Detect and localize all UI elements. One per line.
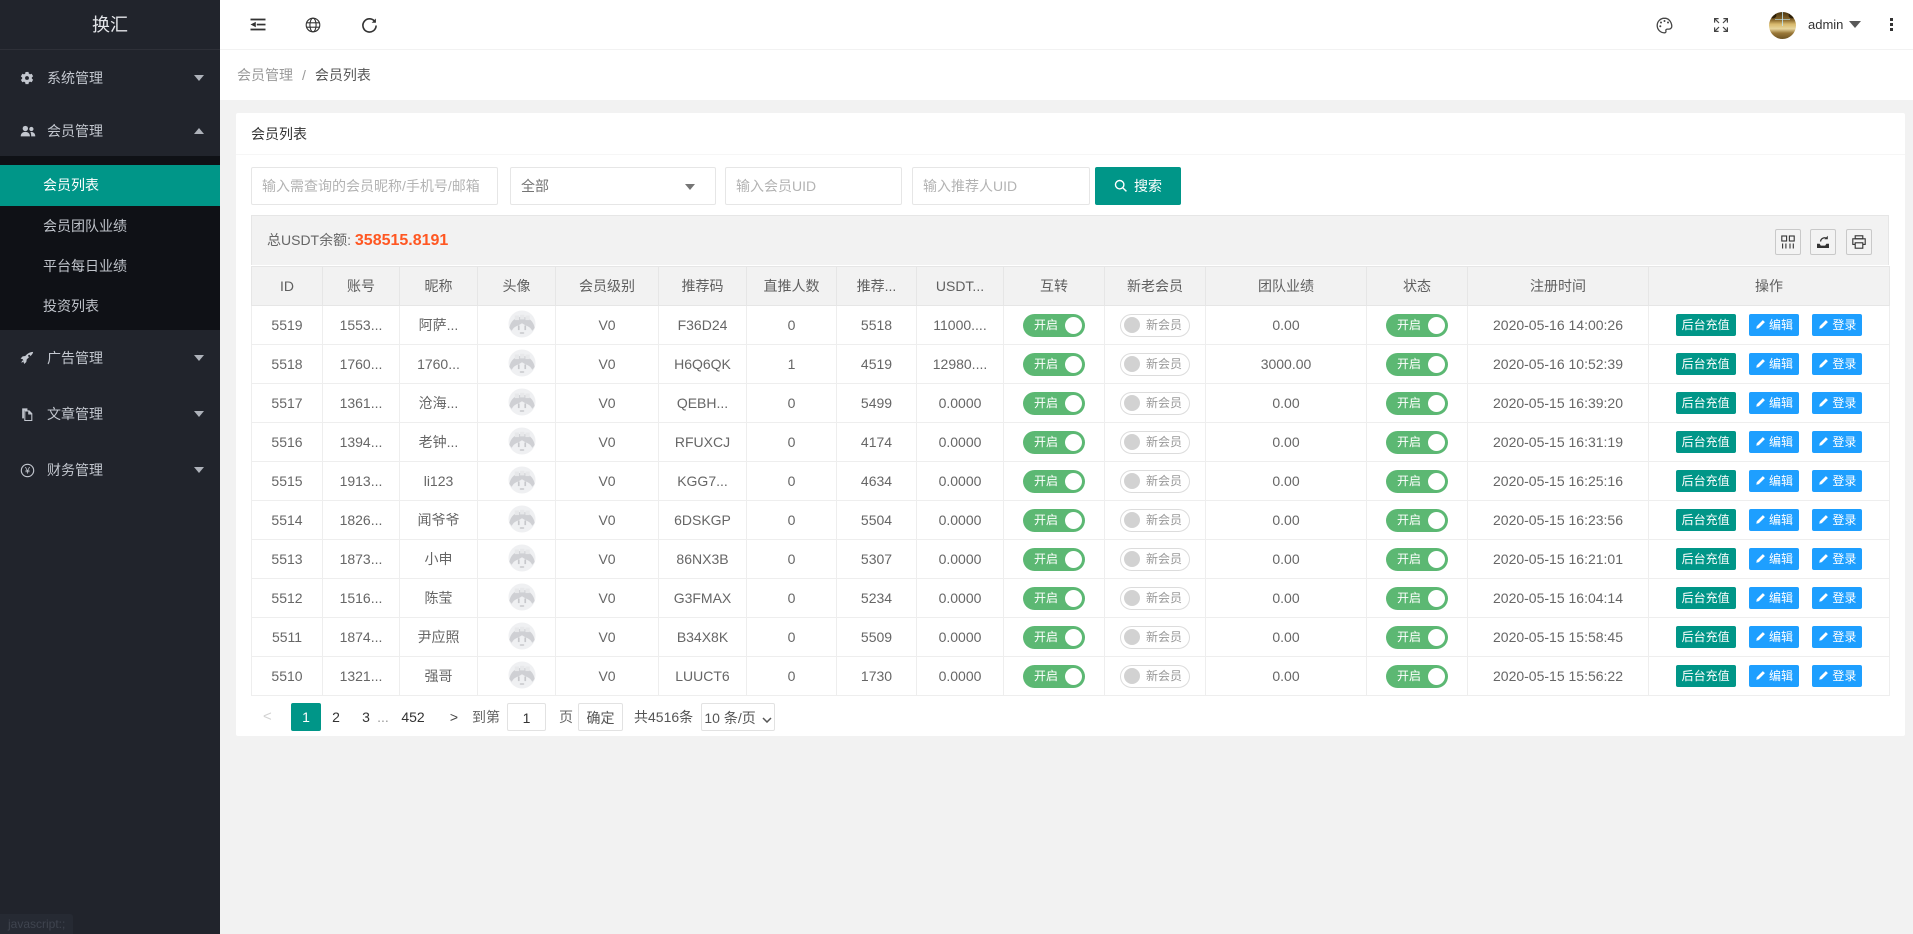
svg-text:¥: ¥ xyxy=(24,466,30,476)
